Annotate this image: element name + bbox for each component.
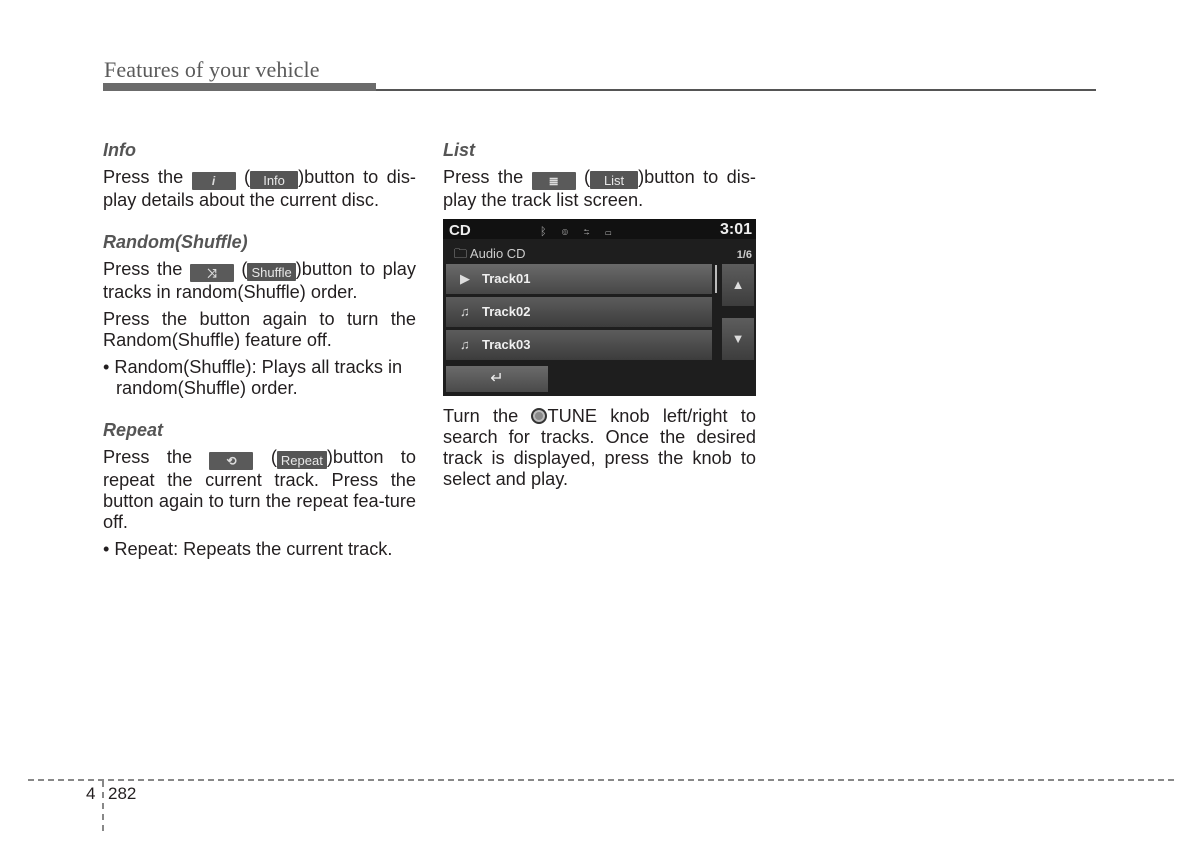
- shuffle-button-label: Shuffle: [247, 263, 296, 281]
- arrow-up-icon: ▲: [731, 277, 745, 292]
- repeat-bullet: • Repeat: Repeats the current track.: [103, 539, 393, 559]
- page-number: 282: [108, 784, 137, 803]
- music-note-icon: ♫: [460, 304, 470, 319]
- section-info: Info Press the i (Info)button to dis-pla…: [103, 139, 416, 211]
- status-icons: ᛒ ◎ ⇆ ▭: [540, 226, 618, 238]
- list-paragraph: Press the ≣ (List)button to dis-play the…: [443, 167, 756, 211]
- chapter-number: 4: [86, 784, 96, 803]
- folder-name: Audio CD: [469, 246, 526, 261]
- section-heading: Random(Shuffle): [103, 232, 248, 252]
- track-row[interactable]: ▶ Track01: [446, 264, 712, 294]
- text: (: [233, 259, 248, 279]
- track-name: Track01: [482, 271, 531, 286]
- text: Turn the: [443, 406, 532, 426]
- footer-divider: [102, 781, 104, 831]
- track-count: 1/6: [736, 249, 752, 261]
- scroll-down-button[interactable]: ▼: [722, 318, 754, 360]
- tune-knob-icon: [531, 408, 548, 424]
- text: Press the: [103, 259, 190, 279]
- play-circle-icon: ▶: [460, 271, 470, 286]
- footer-rule: [28, 779, 1174, 781]
- text: (: [575, 167, 591, 187]
- list-icon: ≣: [531, 172, 576, 190]
- shuffle-paragraph: Press the ⤨ (Shuffle)button to play trac…: [103, 259, 416, 303]
- section-list: List Press the ≣ (List)button to dis-pla…: [443, 139, 756, 211]
- section-repeat: Repeat Press the ⟲ (Repeat)button to rep…: [103, 419, 416, 560]
- repeat-icon: ⟲: [209, 452, 254, 470]
- track-row[interactable]: ♫ Track02: [446, 297, 712, 327]
- text: (: [235, 167, 251, 187]
- section-heading: List: [443, 140, 476, 160]
- section-heading: Repeat: [103, 420, 164, 440]
- tune-paragraph: Turn the TUNE knob left/right to search …: [443, 406, 756, 490]
- header-title: Features of your vehicle: [104, 57, 320, 82]
- arrow-down-icon: ▼: [731, 331, 745, 346]
- scrollbar[interactable]: [715, 265, 717, 293]
- info-icon: i: [191, 172, 236, 190]
- shuffle-icon: ⤨: [189, 264, 234, 282]
- folder-label: 🗀 Audio CD: [454, 243, 526, 264]
- section-heading: Info: [103, 140, 136, 160]
- track-name: Track03: [482, 337, 531, 352]
- repeat-paragraph: Press the ⟲ (Repeat)button to repeat the…: [103, 447, 416, 533]
- info-button-label: Info: [250, 171, 299, 189]
- mode-label: CD: [449, 222, 471, 239]
- text: Press the: [103, 167, 192, 187]
- folder-icon: 🗀: [454, 246, 468, 261]
- track-name: Track02: [482, 304, 531, 319]
- info-paragraph: Press the i (Info)button to dis-play det…: [103, 167, 416, 211]
- clock: 3:01: [719, 221, 752, 238]
- back-button[interactable]: ↵: [446, 366, 548, 392]
- text: Press the: [443, 167, 532, 187]
- scroll-up-button[interactable]: ▲: [722, 264, 754, 306]
- header-rule-thin: [376, 89, 1096, 91]
- header-rule-thick: [103, 83, 376, 91]
- text: (: [253, 447, 277, 467]
- list-button-label: List: [590, 171, 639, 189]
- music-note-icon: ♫: [460, 337, 470, 352]
- cd-track-list-screen: CD ᛒ ◎ ⇆ ▭ 3:01 🗀 Audio CD 1/6 ▶ Track01 …: [443, 219, 756, 396]
- text: Press the: [103, 447, 210, 467]
- shuffle-paragraph-2: Press the button again to turn the Rando…: [103, 309, 416, 350]
- repeat-button-label: Repeat: [276, 451, 327, 469]
- shuffle-bullet: • Random(Shuffle): Plays all tracks in r…: [103, 357, 403, 398]
- track-row[interactable]: ♫ Track03: [446, 330, 712, 360]
- right-column: List Press the ≣ (List)button to dis-pla…: [443, 139, 756, 496]
- left-column: Info Press the i (Info)button to dis-pla…: [103, 139, 416, 580]
- back-arrow-icon: ↵: [490, 370, 504, 387]
- section-shuffle: Random(Shuffle) Press the ⤨ (Shuffle)but…: [103, 231, 416, 399]
